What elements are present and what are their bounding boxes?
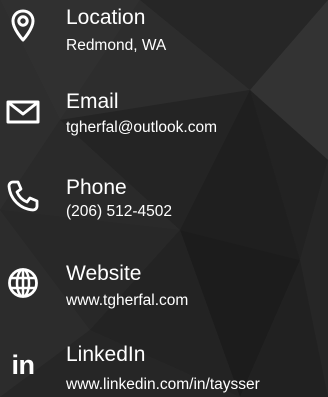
email-title: Email: [66, 90, 119, 113]
contact-location: Location Redmond, WA: [0, 0, 328, 70]
contact-email[interactable]: Email tgherfal@outlook.com: [0, 84, 328, 154]
globe-icon: [0, 262, 46, 304]
contact-phone[interactable]: Phone (206) 512-4502: [0, 170, 328, 240]
linkedin-icon: in: [0, 345, 46, 385]
phone-title: Phone: [66, 176, 127, 199]
phone-icon: [0, 174, 46, 218]
email-link[interactable]: tgherfal@outlook.com: [66, 118, 217, 138]
contact-website[interactable]: Website www.tgherfal.com: [0, 256, 328, 326]
linkedin-title: LinkedIn: [66, 343, 146, 366]
phone-link[interactable]: (206) 512-4502: [66, 202, 172, 222]
location-title: Location: [66, 6, 146, 29]
website-title: Website: [66, 262, 142, 285]
location-value: Redmond, WA: [66, 37, 167, 54]
map-pin-icon: [0, 4, 46, 48]
envelope-icon: [0, 92, 46, 132]
contact-linkedin[interactable]: in LinkedIn www.linkedin.com/in/taysser: [0, 341, 328, 397]
website-link[interactable]: www.tgherfal.com: [66, 291, 188, 311]
linkedin-link[interactable]: www.linkedin.com/in/taysser: [66, 375, 260, 395]
linkedin-icon-text: in: [11, 350, 36, 380]
